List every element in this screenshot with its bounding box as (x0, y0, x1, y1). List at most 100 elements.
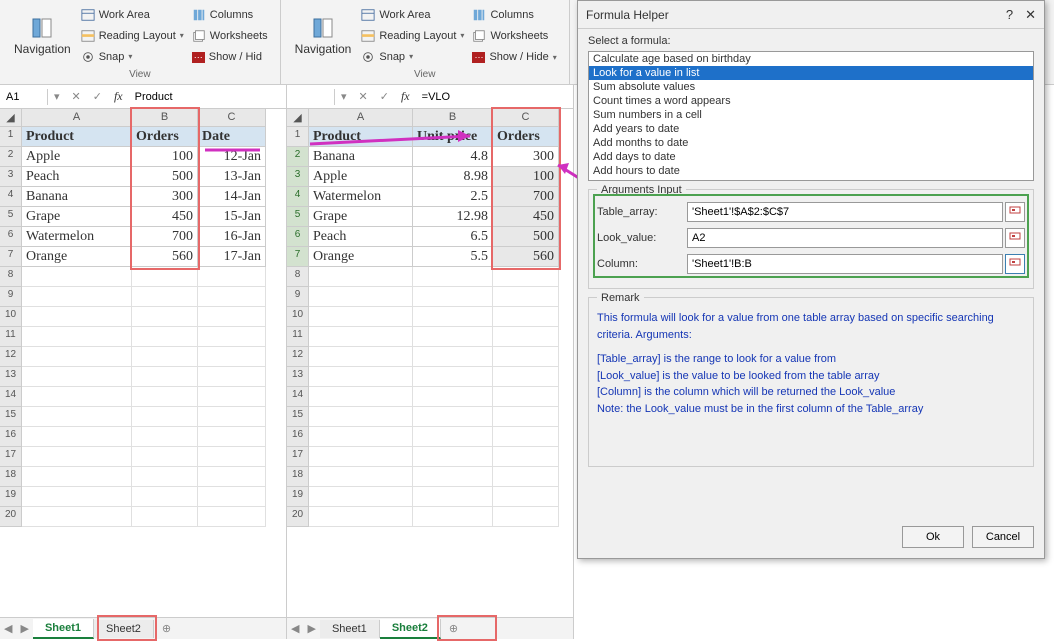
range-picker-icon[interactable] (1005, 228, 1025, 248)
row-hdr[interactable]: 9 (287, 287, 309, 307)
cell[interactable] (132, 427, 198, 447)
cell[interactable] (413, 487, 493, 507)
cell[interactable]: Grape (22, 207, 132, 227)
row-hdr[interactable]: 2 (287, 147, 309, 167)
row-hdr[interactable]: 17 (287, 447, 309, 467)
cell[interactable]: Banana (22, 187, 132, 207)
col-hdr-B-2[interactable]: B (413, 109, 493, 127)
col-hdr-A-1[interactable]: A (22, 109, 132, 127)
cell[interactable] (198, 447, 266, 467)
formula-list-item[interactable]: Look for a value in list (589, 66, 1033, 80)
cell[interactable] (413, 427, 493, 447)
cancel-formula-icon-1[interactable]: ✕ (66, 90, 87, 103)
row-hdr[interactable]: 7 (0, 247, 22, 267)
cell[interactable] (22, 347, 132, 367)
cell[interactable]: 8.98 (413, 167, 493, 187)
cell[interactable] (132, 307, 198, 327)
sheet-add-2[interactable]: ⊕ (441, 622, 466, 635)
cell[interactable]: Orange (22, 247, 132, 267)
cell[interactable] (22, 267, 132, 287)
cancel-formula-icon-2[interactable]: ✕ (353, 90, 374, 103)
cell[interactable] (309, 307, 413, 327)
row-hdr[interactable]: 4 (287, 187, 309, 207)
row-hdr[interactable]: 18 (287, 467, 309, 487)
cancel-button[interactable]: Cancel (972, 526, 1034, 548)
ok-button[interactable]: Ok (902, 526, 964, 548)
row-hdr[interactable]: 12 (287, 347, 309, 367)
cell[interactable]: Peach (309, 227, 413, 247)
cell[interactable] (309, 487, 413, 507)
cell[interactable] (309, 327, 413, 347)
row-hdr[interactable]: 5 (0, 207, 22, 227)
table-array-input[interactable] (687, 202, 1003, 222)
cell[interactable] (198, 367, 266, 387)
sheet-tab-sheet1[interactable]: Sheet1 (33, 619, 94, 639)
row-hdr[interactable]: 20 (0, 507, 22, 527)
name-box-dropdown-1[interactable]: ▾ (48, 90, 66, 103)
formula-list-item[interactable]: Calculate age based on birthday (589, 52, 1033, 66)
row-hdr[interactable]: 15 (287, 407, 309, 427)
range-picker-icon-active[interactable] (1005, 254, 1025, 274)
row-hdr[interactable]: 10 (287, 307, 309, 327)
row-hdr[interactable]: 1 (0, 127, 22, 147)
cell[interactable]: 5.5 (413, 247, 493, 267)
cell[interactable]: 12-Jan (198, 147, 266, 167)
cell[interactable] (309, 387, 413, 407)
row-hdr[interactable]: 13 (0, 367, 22, 387)
look-value-input[interactable] (687, 228, 1003, 248)
col-hdr-A-2[interactable]: A (309, 109, 413, 127)
cell[interactable] (132, 287, 198, 307)
cell[interactable] (493, 307, 559, 327)
cell[interactable] (22, 507, 132, 527)
row-hdr[interactable]: 2 (0, 147, 22, 167)
formula-list-item[interactable]: Sum absolute values (589, 80, 1033, 94)
sheet-nav-prev-2[interactable]: ◀ (287, 622, 303, 635)
fx-icon-1[interactable]: fx (108, 89, 129, 104)
sheet-tab-sheet2-w2[interactable]: Sheet2 (380, 619, 441, 639)
cell[interactable]: Peach (22, 167, 132, 187)
row-hdr[interactable]: 11 (0, 327, 22, 347)
reading-layout-button[interactable]: Reading Layout (77, 27, 188, 45)
sheet-add-1[interactable]: ⊕ (154, 622, 179, 635)
cell[interactable] (413, 367, 493, 387)
row-hdr[interactable]: 7 (287, 247, 309, 267)
formula-list-item[interactable]: Count times a word appears (589, 94, 1033, 108)
cell[interactable]: Watermelon (309, 187, 413, 207)
cell[interactable]: 560 (132, 247, 198, 267)
row-hdr[interactable]: 11 (287, 327, 309, 347)
cell[interactable] (132, 387, 198, 407)
cell[interactable] (132, 327, 198, 347)
fx-icon-2[interactable]: fx (395, 89, 416, 104)
close-icon[interactable]: ✕ (1025, 7, 1036, 23)
range-picker-icon[interactable] (1005, 202, 1025, 222)
columns-button[interactable]: Columns (188, 6, 272, 24)
cell[interactable] (493, 387, 559, 407)
column-input[interactable] (687, 254, 1003, 274)
cell[interactable] (493, 427, 559, 447)
row-hdr[interactable]: 17 (0, 447, 22, 467)
cell[interactable] (309, 467, 413, 487)
row-hdr[interactable]: 14 (287, 387, 309, 407)
cell[interactable]: 14-Jan (198, 187, 266, 207)
work-area-button[interactable]: Work Area (77, 6, 188, 24)
cell[interactable] (22, 467, 132, 487)
cell[interactable]: 16-Jan (198, 227, 266, 247)
cell[interactable]: Watermelon (22, 227, 132, 247)
worksheets-button[interactable]: Worksheets (188, 27, 272, 45)
row-hdr[interactable]: 4 (0, 187, 22, 207)
cell[interactable] (22, 387, 132, 407)
cell[interactable] (198, 507, 266, 527)
cell[interactable] (198, 467, 266, 487)
cell[interactable]: Orange (309, 247, 413, 267)
formula-list-item[interactable]: Add years to date (589, 122, 1033, 136)
cell[interactable] (132, 467, 198, 487)
cell[interactable] (413, 287, 493, 307)
cell[interactable]: Banana (309, 147, 413, 167)
cell[interactable] (309, 507, 413, 527)
row-hdr[interactable]: 15 (0, 407, 22, 427)
formula-list-item[interactable]: Add months to date (589, 136, 1033, 150)
cell[interactable]: 300 (493, 147, 559, 167)
cell[interactable]: 700 (132, 227, 198, 247)
row-hdr[interactable]: 20 (287, 507, 309, 527)
cell[interactable] (309, 427, 413, 447)
